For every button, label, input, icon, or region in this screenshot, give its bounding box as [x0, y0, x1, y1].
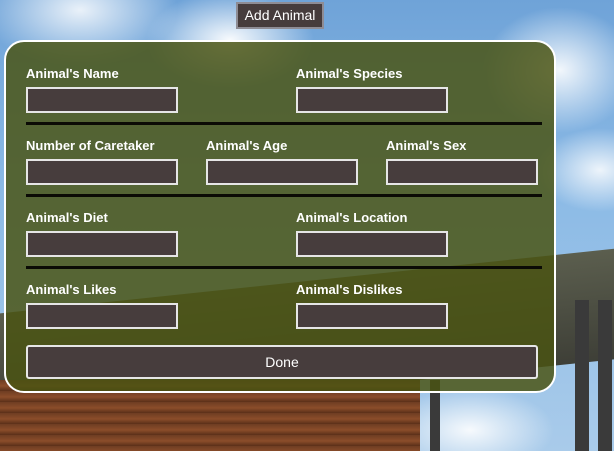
animal-age-input[interactable] [206, 159, 358, 185]
animal-name-input[interactable] [26, 87, 178, 113]
animal-likes-input[interactable] [26, 303, 178, 329]
animal-name-label: Animal's Name [26, 66, 119, 81]
animal-diet-input[interactable] [26, 231, 178, 257]
animal-species-label: Animal's Species [296, 66, 403, 81]
animal-diet-label: Animal's Diet [26, 210, 108, 225]
animal-dislikes-label: Animal's Dislikes [296, 282, 403, 297]
done-button[interactable]: Done [26, 345, 538, 379]
background-post [598, 300, 612, 451]
row-divider [26, 194, 542, 197]
animal-location-input[interactable] [296, 231, 448, 257]
animal-location-label: Animal's Location [296, 210, 408, 225]
animal-sex-label: Animal's Sex [386, 138, 467, 153]
add-animal-button[interactable]: Add Animal [236, 2, 324, 29]
animal-age-label: Animal's Age [206, 138, 288, 153]
animal-species-input[interactable] [296, 87, 448, 113]
row-divider [26, 122, 542, 125]
background-post [575, 300, 589, 451]
caretaker-count-label: Number of Caretaker [26, 138, 155, 153]
add-animal-form-panel: Animal's Name Animal's Species Number of… [4, 40, 556, 393]
animal-sex-input[interactable] [386, 159, 538, 185]
animal-likes-label: Animal's Likes [26, 282, 117, 297]
animal-dislikes-input[interactable] [296, 303, 448, 329]
caretaker-count-input[interactable] [26, 159, 178, 185]
row-divider [26, 266, 542, 269]
